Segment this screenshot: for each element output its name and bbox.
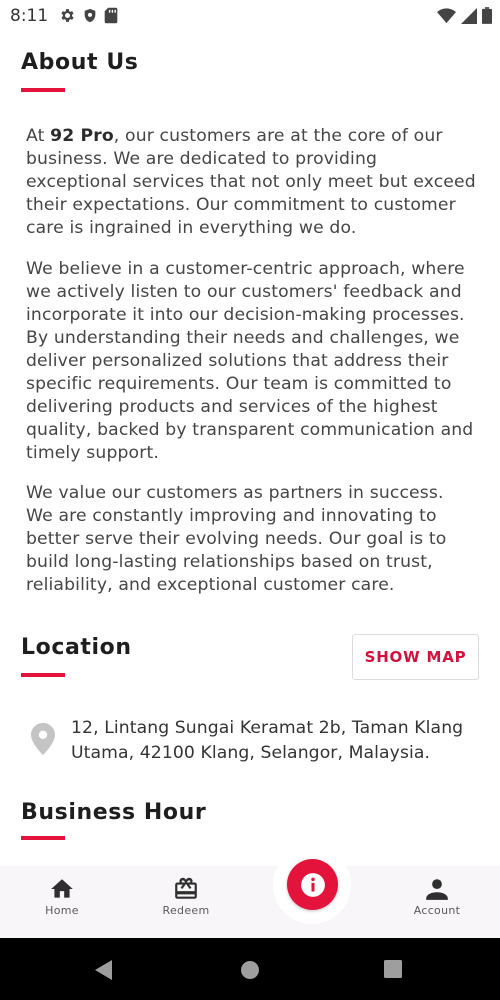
nav-item-home[interactable]: Home	[22, 876, 102, 917]
gear-icon	[61, 9, 74, 22]
about-paragraph-2: We believe in a customer-centric approac…	[26, 259, 474, 463]
business-hour-underline	[21, 836, 65, 840]
recents-icon[interactable]	[384, 960, 402, 978]
about-p1-prefix: At	[26, 126, 51, 146]
sd-card-icon	[104, 7, 118, 24]
back-icon[interactable]	[94, 960, 114, 980]
nav-label-redeem: Redeem	[162, 904, 210, 917]
account-icon	[426, 879, 448, 900]
about-us-title: About Us	[21, 50, 139, 75]
home-icon	[51, 879, 73, 898]
location-underline	[21, 673, 65, 677]
shield-icon	[84, 8, 96, 23]
gift-icon	[175, 877, 197, 899]
battery-icon	[482, 7, 492, 24]
nav-label-home: Home	[45, 904, 79, 917]
location-title: Location	[21, 635, 132, 660]
about-us-underline	[21, 88, 65, 92]
about-paragraph-3: We value our customers as partners in su…	[26, 483, 447, 595]
nav-item-account[interactable]: Account	[397, 876, 477, 917]
status-time: 8:11	[10, 6, 49, 26]
info-icon	[300, 872, 325, 897]
brand-name: 92 Pro	[50, 126, 114, 146]
info-fab-button[interactable]	[287, 859, 338, 910]
location-pin-icon	[31, 723, 55, 755]
address-text: 12, Lintang Sungai Keramat 2b, Taman Kla…	[71, 718, 464, 763]
status-bar: 8:11	[0, 0, 500, 32]
about-paragraph-1: At 92 Pro, our customers are at the core…	[26, 125, 476, 240]
show-map-button[interactable]: SHOW MAP	[352, 634, 479, 680]
wifi-icon	[437, 7, 456, 23]
home-circle-icon[interactable]	[240, 960, 260, 980]
nav-item-redeem[interactable]: Redeem	[146, 876, 226, 917]
business-hour-title: Business Hour	[21, 800, 207, 825]
cellular-signal-icon	[461, 7, 477, 24]
nav-label-account: Account	[413, 904, 461, 917]
